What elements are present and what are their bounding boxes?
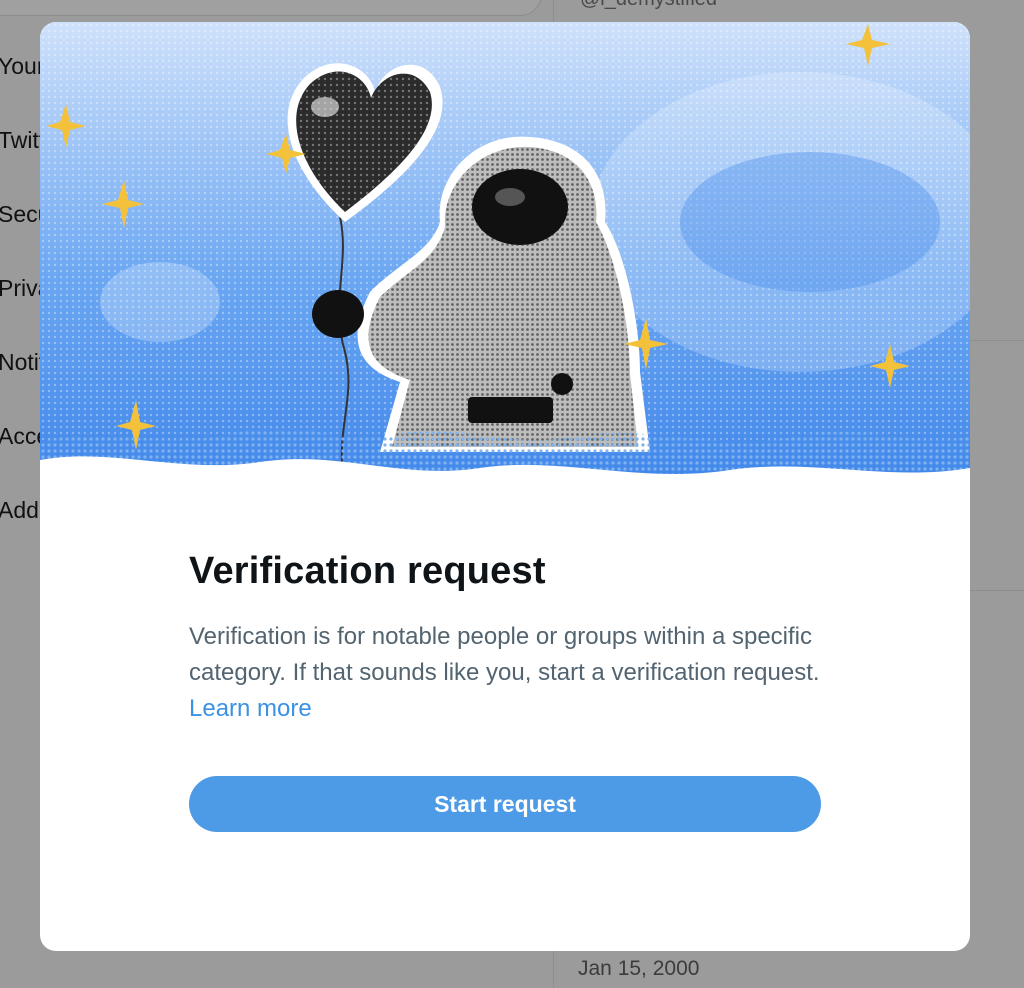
start-request-button[interactable]: Start request (189, 776, 821, 832)
row-divider (970, 590, 1024, 591)
join-date: Jan 15, 2000 (578, 957, 700, 980)
learn-more-link[interactable]: Learn more (189, 695, 312, 722)
row-divider (970, 340, 1024, 341)
verification-modal: Verification request Verification is for… (40, 22, 970, 951)
search-bar (0, 0, 542, 16)
modal-title: Verification request (189, 550, 546, 592)
hero-illustration (40, 22, 970, 492)
modal-description: Verification is for notable people or gr… (189, 619, 839, 727)
description-text: Verification is for notable people or gr… (189, 623, 820, 686)
profile-handle: @i_demystified (580, 0, 717, 11)
